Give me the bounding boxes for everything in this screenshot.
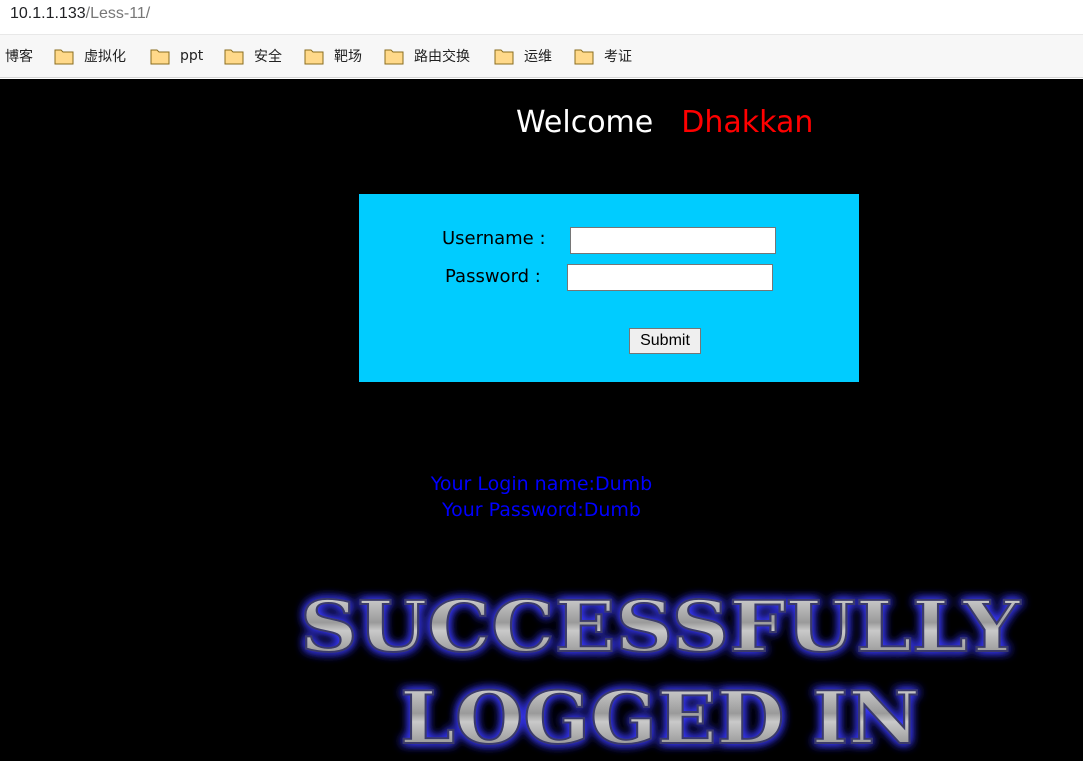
bookmark-folder-security[interactable]: 安全 (224, 46, 282, 66)
url-text[interactable]: 10.1.1.133/Less-11/ (10, 5, 150, 23)
success-logged-in-image: SUCCESSFULLY LOGGED IN (299, 584, 1022, 761)
bookmark-label: 运维 (524, 49, 552, 65)
bookmark-folder-ops[interactable]: 运维 (494, 46, 552, 66)
url-path: /Less-11/ (85, 5, 151, 22)
bookmark-label: 路由交换 (414, 49, 470, 65)
page-content: Welcome Dhakkan Username : Password : Sub… (0, 79, 1083, 761)
folder-icon (494, 49, 514, 65)
url-host: 10.1.1.133 (10, 5, 86, 22)
submit-button[interactable]: Submit (629, 328, 701, 354)
folder-icon (304, 49, 324, 65)
address-bar[interactable]: 10.1.1.133/Less-11/ (0, 0, 1083, 34)
login-form: Username : Password : Submit (359, 194, 859, 382)
bookmark-folder-certification[interactable]: 考证 (574, 46, 632, 66)
welcome-word: Welcome (516, 105, 654, 140)
banner-line-2: LOGGED IN (400, 675, 920, 760)
bookmark-folder-virtualization[interactable]: 虚拟化 (54, 46, 126, 66)
folder-icon (54, 49, 74, 65)
bookmark-blog[interactable]: 博客 (5, 46, 33, 66)
folder-icon (150, 49, 170, 65)
bookmark-folder-range[interactable]: 靶场 (304, 46, 362, 66)
welcome-name: Dhakkan (681, 105, 814, 140)
bookmark-label: 安全 (254, 49, 282, 65)
password-label: Password : (445, 266, 541, 287)
username-input[interactable] (570, 227, 776, 254)
folder-icon (224, 49, 244, 65)
bookmark-folder-routing[interactable]: 路由交换 (384, 46, 470, 66)
bookmark-folder-ppt[interactable]: ppt (150, 46, 203, 66)
welcome-heading: Welcome Dhakkan (516, 105, 813, 140)
bookmark-label: 博客 (5, 49, 33, 65)
banner-line-1: SUCCESSFULLY (300, 585, 1021, 668)
folder-icon (384, 49, 404, 65)
bookmarks-bar: 博客 虚拟化 ppt 安全 靶场 路由交换 运维 考证 (0, 34, 1083, 78)
bookmark-label: 靶场 (334, 49, 362, 65)
bookmark-label: 考证 (604, 49, 632, 65)
password-input[interactable] (567, 264, 773, 291)
bookmark-label: ppt (180, 48, 204, 64)
login-name-text: Your Login name:Dumb (430, 473, 653, 495)
password-text: Your Password:Dumb (442, 499, 641, 521)
bookmark-label: 虚拟化 (84, 49, 126, 65)
folder-icon (574, 49, 594, 65)
username-label: Username : (442, 228, 546, 249)
